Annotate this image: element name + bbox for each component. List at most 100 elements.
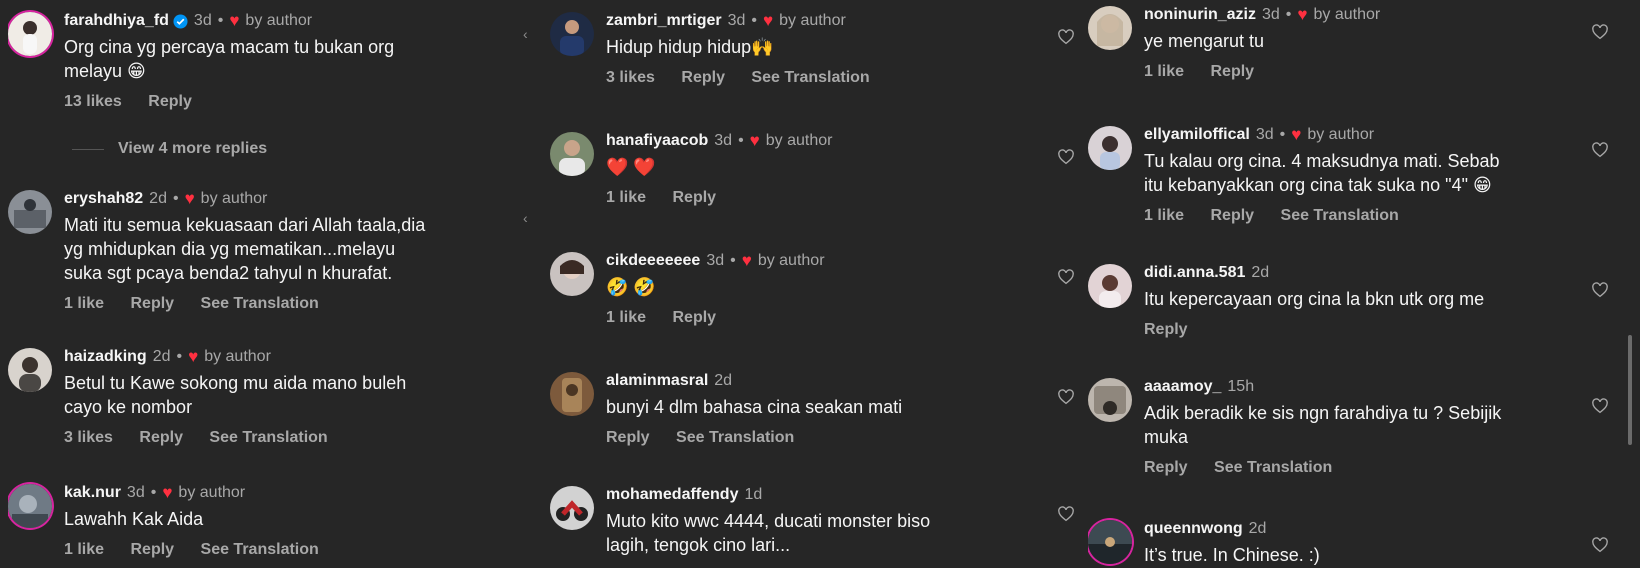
likes-count[interactable]: 1 like (1144, 63, 1184, 80)
see-translation-button[interactable]: See Translation (201, 295, 319, 312)
username[interactable]: hanafiyaacob (606, 132, 708, 150)
username[interactable]: queennwong (1144, 520, 1243, 538)
comment-actions: 1 like Reply (1144, 63, 1608, 83)
heart-outline-icon[interactable] (1591, 536, 1609, 554)
reply-button[interactable]: Reply (1144, 459, 1188, 476)
reply-button[interactable]: Reply (1144, 321, 1188, 338)
username[interactable]: noninurin_aziz (1144, 6, 1256, 24)
likes-count[interactable]: 1 like (606, 189, 646, 206)
reply-button[interactable]: Reply (1210, 207, 1254, 224)
username[interactable]: alaminmasral (606, 372, 708, 390)
heart-outline-icon[interactable] (1591, 281, 1609, 299)
see-translation-button[interactable]: See Translation (201, 541, 319, 558)
avatar[interactable] (8, 12, 52, 56)
reply-button[interactable]: Reply (130, 541, 174, 558)
comment-body: cikdeeeeeee 3d • ♥ by author 🤣 🤣 1 like … (606, 250, 1040, 329)
reply-button[interactable]: Reply (606, 429, 650, 446)
avatar[interactable] (8, 348, 52, 392)
see-translation-button[interactable]: See Translation (1214, 459, 1332, 476)
comment-actions: 1 like Reply See Translation (64, 295, 498, 315)
likes-count[interactable]: 3 likes (606, 69, 655, 86)
heart-outline-icon[interactable] (1057, 268, 1075, 286)
comment-actions: 1 like Reply (606, 309, 1040, 329)
username[interactable]: mohamedaffendy (606, 486, 738, 504)
liked-by-author: by author (1313, 6, 1381, 23)
timestamp: 3d (706, 252, 725, 269)
scrollbar[interactable] (1628, 335, 1632, 445)
reply-button[interactable]: Reply (681, 69, 725, 86)
chevron-left-icon[interactable]: ‹ (523, 210, 528, 226)
username[interactable]: haizadking (64, 348, 147, 366)
liked-by-author: by author (765, 132, 833, 149)
verified-badge-icon (173, 13, 188, 29)
see-translation-button[interactable]: See Translation (676, 429, 794, 446)
likes-count[interactable]: 1 like (64, 295, 104, 312)
reply-button[interactable]: Reply (672, 309, 716, 326)
chevron-left-icon[interactable]: ‹ (523, 26, 528, 42)
avatar[interactable] (1088, 378, 1132, 422)
avatar[interactable] (550, 372, 594, 416)
see-translation-button[interactable]: See Translation (1281, 207, 1399, 224)
heart-outline-icon[interactable] (1591, 141, 1609, 159)
reply-button[interactable]: Reply (672, 189, 716, 206)
avatar[interactable] (550, 486, 594, 530)
username[interactable]: cikdeeeeeee (606, 252, 700, 270)
avatar[interactable] (1088, 6, 1132, 50)
avatar[interactable] (550, 12, 594, 56)
avatar[interactable] (8, 484, 52, 528)
likes-count[interactable]: 1 like (64, 541, 104, 558)
heart-outline-icon[interactable] (1591, 23, 1609, 41)
comment-text: Org cina yg percaya macam tu bukan org m… (64, 37, 395, 81)
username[interactable]: farahdhiya_fd (64, 12, 169, 30)
comment-text: It’s true. In Chinese. :) (1144, 545, 1320, 565)
username[interactable]: eryshah82 (64, 190, 143, 208)
see-translation-button[interactable]: See Translation (751, 69, 869, 86)
comment-actions: Reply (1144, 321, 1608, 341)
comment-text: Adik beradik ke sis ngn farahdiya tu ? S… (1144, 403, 1502, 447)
likes-count[interactable]: 1 like (606, 309, 646, 326)
comment-body: haizadking 2d • ♥ by author Betul tu Kaw… (64, 346, 498, 449)
comment-text: Itu kepercayaan org cina la bkn utk org … (1144, 289, 1485, 309)
see-translation-button[interactable]: See Translation (209, 429, 327, 446)
avatar[interactable] (1088, 126, 1132, 170)
heart-outline-icon[interactable] (1591, 397, 1609, 415)
reply-button[interactable]: Reply (148, 93, 192, 110)
comment: farahdhiya_fd 3d • ♥ by author Org cina … (8, 10, 498, 120)
comment-text: Tu kalau org cina. 4 maksudnya mati. Seb… (1144, 151, 1500, 195)
view-more-replies[interactable]: View 4 more replies (72, 140, 267, 158)
reply-button[interactable]: Reply (1210, 63, 1254, 80)
comment-body: eryshah82 2d • ♥ by author Mati itu semu… (64, 188, 498, 315)
comment-body: kak.nur 3d • ♥ by author Lawahh Kak Aida… (64, 482, 498, 561)
comment-actions: Reply See Translation (1144, 459, 1608, 479)
heart-filled-icon: ♥ (184, 189, 195, 208)
likes-count[interactable]: 13 likes (64, 93, 122, 110)
reply-button[interactable]: Reply (139, 429, 183, 446)
comment-body: aaaamoy_ 15h Adik beradik ke sis ngn far… (1144, 376, 1608, 479)
heart-outline-icon[interactable] (1057, 28, 1075, 46)
username[interactable]: zambri_mrtiger (606, 12, 722, 30)
avatar[interactable] (8, 190, 52, 234)
reply-button[interactable]: Reply (130, 295, 174, 312)
username[interactable]: kak.nur (64, 484, 121, 502)
avatar[interactable] (1088, 520, 1132, 564)
timestamp: 2d (152, 348, 171, 365)
heart-outline-icon[interactable] (1057, 388, 1075, 406)
heart-outline-icon[interactable] (1057, 505, 1075, 523)
timestamp: 15h (1227, 378, 1255, 395)
avatar[interactable] (550, 132, 594, 176)
username[interactable]: ellyamiloffical (1144, 126, 1250, 144)
comment-actions: Reply See Translation (606, 429, 1040, 449)
timestamp: 2d (149, 190, 167, 207)
likes-count[interactable]: 1 like (1144, 207, 1184, 224)
likes-count[interactable]: 3 likes (64, 429, 113, 446)
heart-filled-icon: ♥ (188, 347, 199, 366)
comments-column-3: noninurin_aziz 3d • ♥ by author ye menga… (1088, 0, 1608, 568)
liked-by-author: by author (757, 252, 825, 269)
heart-filled-icon: ♥ (162, 483, 173, 502)
liked-by-author: by author (779, 12, 846, 29)
heart-outline-icon[interactable] (1057, 148, 1075, 166)
avatar[interactable] (550, 252, 594, 296)
avatar[interactable] (1088, 264, 1132, 308)
username[interactable]: aaaamoy_ (1144, 378, 1221, 396)
username[interactable]: didi.anna.581 (1144, 264, 1245, 282)
